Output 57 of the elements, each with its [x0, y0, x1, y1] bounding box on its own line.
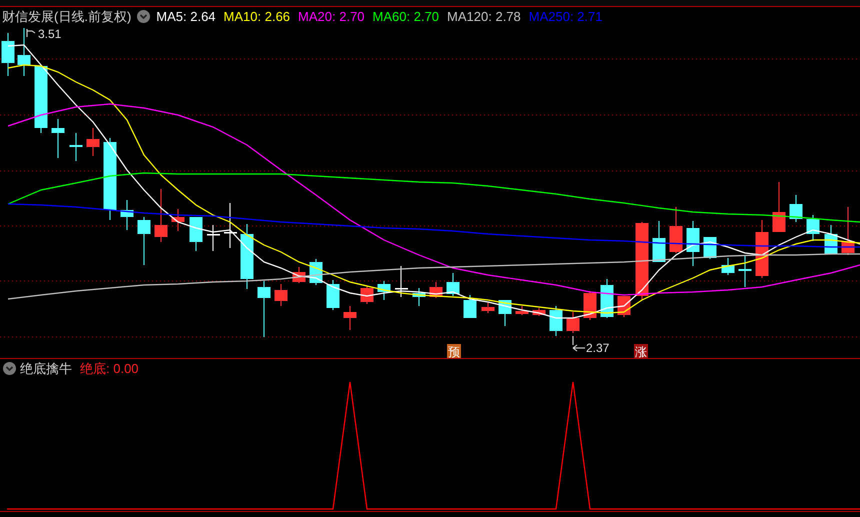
candlestick	[532, 308, 546, 316]
candlestick	[138, 216, 150, 266]
candlestick	[670, 206, 682, 254]
chart-title: 财信发展(日线.前复权)	[2, 8, 132, 26]
candlestick	[207, 224, 220, 252]
candlestick	[722, 258, 734, 276]
candlestick	[430, 282, 442, 298]
candlestick	[516, 306, 528, 316]
moving-average-label: MA10: 2.66	[224, 8, 290, 26]
indicator-value: 绝底: 0.00	[80, 360, 139, 378]
moving-average-label: MA250: 2.71	[528, 8, 602, 26]
candlestick	[326, 280, 340, 310]
candlestick	[464, 294, 476, 318]
dropdown-icon[interactable]	[137, 10, 150, 23]
moving-average-label: MA20: 2.70	[298, 8, 365, 26]
candlestick	[772, 182, 786, 232]
candlestick	[70, 132, 82, 162]
signal-badge: 涨	[634, 344, 648, 358]
candlestick	[584, 290, 596, 320]
candlestick	[566, 312, 580, 334]
candlestick	[756, 220, 768, 278]
candlestick	[258, 280, 270, 338]
candlestick	[274, 284, 288, 306]
candlestick	[344, 306, 356, 330]
candlestick	[482, 302, 494, 314]
candlestick	[224, 202, 237, 248]
candlestick	[52, 118, 64, 158]
candlestick	[120, 200, 134, 230]
candlestick	[652, 220, 666, 262]
moving-average-label: MA120: 2.78	[447, 8, 521, 26]
candlestick	[842, 206, 854, 256]
candlestick	[18, 28, 30, 76]
moving-average-label: MA60: 2.70	[372, 8, 440, 26]
candlestick	[86, 128, 100, 156]
candlestick	[378, 280, 390, 300]
candlestick	[686, 220, 700, 266]
candlestick	[790, 194, 802, 222]
candlestick	[190, 216, 202, 252]
candlestick	[412, 288, 426, 306]
candlestick	[395, 266, 408, 298]
candlestick	[34, 66, 48, 134]
indicator-name: 绝底擒牛	[20, 360, 72, 378]
candlestick	[154, 188, 168, 242]
candlestick	[2, 32, 14, 76]
candlestick	[240, 224, 254, 290]
candlestick	[806, 214, 820, 242]
candlestick	[292, 266, 306, 284]
signal-badge: 预	[447, 344, 461, 358]
candlestick	[550, 306, 562, 336]
candlestick	[824, 224, 838, 254]
moving-average-label: MA5: 2.64	[156, 8, 216, 26]
dropdown-icon[interactable]	[3, 362, 16, 375]
candlestick	[498, 300, 512, 326]
candlestick	[446, 272, 460, 296]
candlestick	[738, 254, 752, 288]
candlestick	[360, 286, 374, 304]
candlestick	[172, 208, 184, 232]
